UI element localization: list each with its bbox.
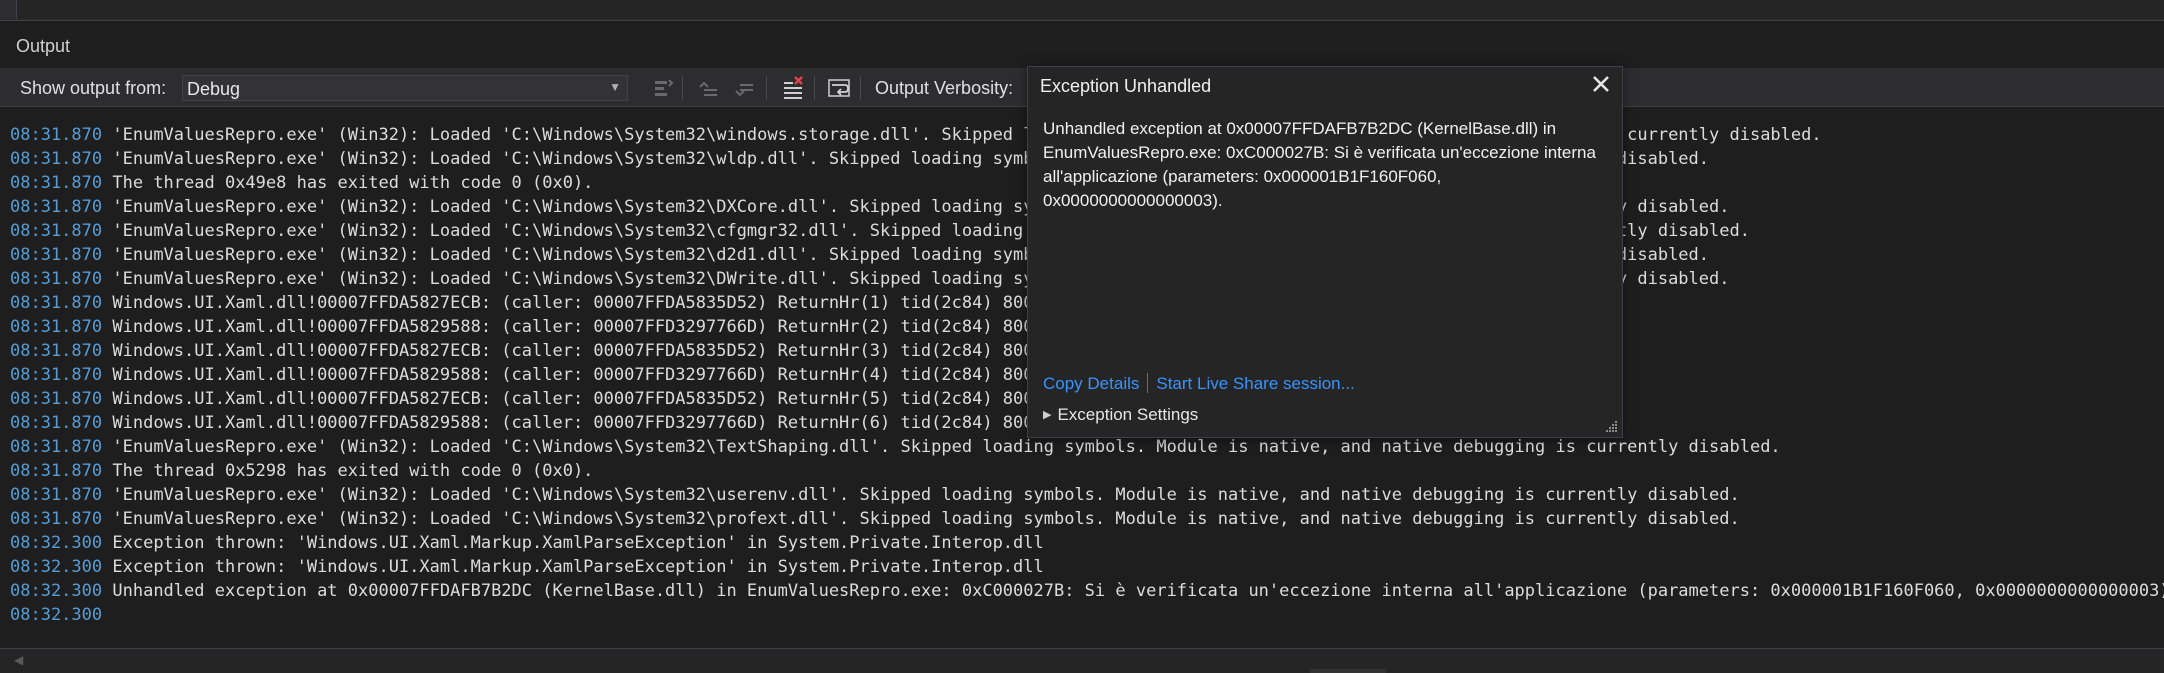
log-timestamp: 08:31.870	[10, 389, 103, 409]
output-source-value: Debug	[187, 79, 241, 99]
log-line: 08:32.300 Exception thrown: 'Windows.UI.…	[10, 555, 2164, 579]
log-line: 08:31.870 'EnumValuesRepro.exe' (Win32):…	[10, 435, 2164, 459]
log-line: 08:31.870 The thread 0x5298 has exited w…	[10, 459, 2164, 483]
panel-title: Output	[16, 36, 71, 56]
log-message: Exception thrown: 'Windows.UI.Xaml.Marku…	[112, 533, 1044, 553]
copy-details-link[interactable]: Copy Details	[1043, 374, 1139, 393]
log-timestamp: 08:32.300	[10, 605, 103, 625]
resize-grip-icon[interactable]	[1604, 419, 1618, 433]
exception-settings-label: Exception Settings	[1057, 405, 1199, 424]
exception-title: Exception Unhandled	[1040, 76, 1212, 96]
log-line: 08:32.300 Unhandled exception at 0x00007…	[10, 579, 2164, 603]
log-timestamp: 08:31.870	[10, 245, 103, 265]
output-source-select[interactable]: Debug ▼	[182, 75, 628, 101]
log-message: Unhandled exception at 0x00007FFDAFB7B2D…	[112, 581, 2164, 601]
log-timestamp: 08:32.300	[10, 581, 103, 601]
link-separator	[1147, 373, 1149, 393]
log-timestamp: 08:31.870	[10, 149, 103, 169]
editor-tab-strip	[0, 0, 2164, 21]
clear-all-icon[interactable]	[780, 75, 806, 101]
log-timestamp: 08:31.870	[10, 221, 103, 241]
log-message: 'EnumValuesRepro.exe' (Win32): Loaded 'C…	[112, 437, 1781, 457]
live-share-link[interactable]: Start Live Share session...	[1156, 374, 1354, 393]
log-timestamp: 08:31.870	[10, 269, 103, 289]
go-to-next-icon[interactable]	[732, 75, 758, 101]
show-output-label: Show output from:	[20, 78, 167, 98]
go-to-previous-icon[interactable]	[696, 75, 722, 101]
log-message: Windows.UI.Xaml.dll!00007FFDA5827ECB: (c…	[112, 341, 1044, 361]
exception-actions: Copy Details Start Live Share session...	[1043, 373, 1355, 394]
exception-helper-popup: Exception Unhandled Unhandled exception …	[1027, 66, 1623, 438]
log-message: Windows.UI.Xaml.dll!00007FFDA5827ECB: (c…	[112, 389, 1044, 409]
chevron-down-icon: ▼	[609, 80, 621, 94]
log-message: Exception thrown: 'Windows.UI.Xaml.Marku…	[112, 557, 1044, 577]
log-message: The thread 0x49e8 has exited with code 0…	[112, 173, 594, 193]
log-timestamp: 08:31.870	[10, 341, 103, 361]
log-timestamp: 08:31.870	[10, 365, 103, 385]
log-line: 08:31.870 'EnumValuesRepro.exe' (Win32):…	[10, 507, 2164, 531]
output-panel: Output Show output from: Debug ▼ Output …	[0, 32, 2164, 673]
toggle-word-wrap-icon[interactable]	[826, 75, 852, 101]
log-line: 08:31.870 'EnumValuesRepro.exe' (Win32):…	[10, 483, 2164, 507]
log-message: Windows.UI.Xaml.dll!00007FFDA5829588: (c…	[112, 317, 1044, 337]
close-icon[interactable]	[1588, 71, 1614, 97]
log-timestamp: 08:31.870	[10, 413, 103, 433]
horizontal-scrollbar[interactable]: ◀	[0, 648, 2164, 673]
toolbar-separator	[860, 76, 861, 100]
log-message: Windows.UI.Xaml.dll!00007FFDA5829588: (c…	[112, 365, 1044, 385]
scrollbar-thumb[interactable]	[1310, 669, 1386, 673]
log-message: The thread 0x5298 has exited with code 0…	[112, 461, 594, 481]
verbosity-label: Output Verbosity:	[875, 78, 1014, 98]
exception-message: Unhandled exception at 0x00007FFDAFB7B2D…	[1043, 119, 1596, 210]
log-line: 08:32.300	[10, 603, 2164, 627]
log-message: 'EnumValuesRepro.exe' (Win32): Loaded 'C…	[112, 485, 1740, 505]
log-timestamp: 08:31.870	[10, 197, 103, 217]
log-timestamp: 08:31.870	[10, 317, 103, 337]
log-timestamp: 08:31.870	[10, 173, 103, 193]
log-timestamp: 08:31.870	[10, 293, 103, 313]
expand-triangle-icon: ▶	[1043, 409, 1052, 421]
toolbar-separator	[682, 76, 683, 100]
scroll-left-icon[interactable]: ◀	[14, 653, 23, 667]
find-message-icon[interactable]	[650, 75, 676, 101]
log-timestamp: 08:31.870	[10, 509, 103, 529]
editor-area	[16, 0, 2164, 19]
toolbar-separator	[766, 76, 767, 100]
log-line: 08:32.300 Exception thrown: 'Windows.UI.…	[10, 531, 2164, 555]
log-message: Windows.UI.Xaml.dll!00007FFDA5829588: (c…	[112, 413, 1044, 433]
log-timestamp: 08:31.870	[10, 125, 103, 145]
log-message: 'EnumValuesRepro.exe' (Win32): Loaded 'C…	[112, 509, 1740, 529]
toolbar-separator	[814, 76, 815, 100]
log-timestamp: 08:31.870	[10, 485, 103, 505]
log-timestamp: 08:31.870	[10, 437, 103, 457]
log-timestamp: 08:31.870	[10, 461, 103, 481]
log-timestamp: 08:32.300	[10, 533, 103, 553]
log-timestamp: 08:32.300	[10, 557, 103, 577]
log-message: Windows.UI.Xaml.dll!00007FFDA5827ECB: (c…	[112, 293, 1044, 313]
exception-settings-expander[interactable]: ▶ Exception Settings	[1043, 405, 1198, 425]
